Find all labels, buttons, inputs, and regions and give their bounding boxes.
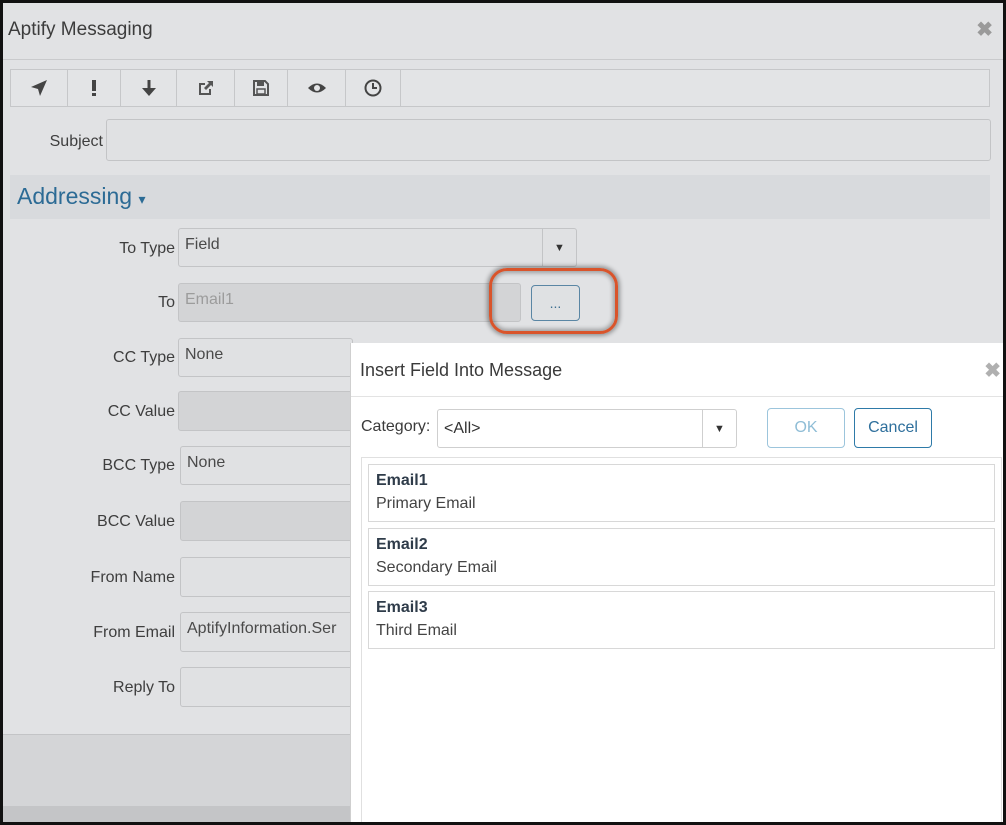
exclamation-icon <box>92 80 96 96</box>
send-button[interactable] <box>11 70 68 106</box>
cc-type-label: CC Type <box>113 349 175 366</box>
dialog-close-icon[interactable]: ✖ <box>984 358 1001 383</box>
schedule-button[interactable] <box>346 70 401 106</box>
highlight-circle <box>489 268 618 334</box>
cc-value-input <box>178 391 353 431</box>
from-name-label: From Name <box>90 569 175 586</box>
addressing-section-header[interactable]: Addressing ▾ <box>10 175 990 219</box>
category-label: Category: <box>361 418 431 435</box>
to-input: Email1 <box>178 283 521 322</box>
field-description: Third Email <box>376 622 457 639</box>
subject-label: Subject <box>49 133 103 150</box>
field-name: Email1 <box>376 472 428 489</box>
dialog-header: Insert Field Into Message ✖ <box>351 343 1003 397</box>
clock-icon <box>364 79 382 97</box>
to-type-label: To Type <box>119 240 175 257</box>
toolbar <box>10 69 990 107</box>
to-type-value: Field <box>185 236 220 253</box>
move-down-button[interactable] <box>121 70 177 106</box>
chevron-down-icon: ▼ <box>702 410 736 447</box>
save-icon <box>253 80 269 96</box>
list-item-email2[interactable]: Email2 Secondary Email <box>368 528 995 586</box>
chevron-down-icon: ▼ <box>542 229 576 266</box>
save-button[interactable] <box>235 70 288 106</box>
from-email-label: From Email <box>93 624 175 641</box>
external-link-icon <box>198 81 213 95</box>
list-item-email3[interactable]: Email3 Third Email <box>368 591 995 649</box>
field-list: Email1 Primary Email Email2 Secondary Em… <box>361 457 1002 822</box>
priority-button[interactable] <box>68 70 121 106</box>
caret-down-icon: ▾ <box>138 191 146 207</box>
category-value: <All> <box>444 420 481 437</box>
ok-button[interactable]: OK <box>767 408 845 448</box>
open-external-button[interactable] <box>177 70 235 106</box>
cc-value-label: CC Value <box>107 403 175 420</box>
eye-icon <box>307 83 326 93</box>
field-name: Email3 <box>376 599 428 616</box>
send-icon <box>31 80 47 96</box>
preview-button[interactable] <box>288 70 346 106</box>
window-close-icon[interactable]: ✖ <box>976 17 993 42</box>
reply-to-input[interactable] <box>180 667 353 707</box>
bcc-type-select[interactable]: None <box>180 446 353 485</box>
to-type-select[interactable]: Field ▼ <box>178 228 577 267</box>
subject-input[interactable] <box>106 119 991 161</box>
field-description: Secondary Email <box>376 559 497 576</box>
addressing-title: Addressing ▾ <box>17 183 146 209</box>
dialog-title: Insert Field Into Message <box>360 360 563 380</box>
field-name: Email2 <box>376 536 428 553</box>
to-label: To <box>158 294 175 311</box>
list-item-email1[interactable]: Email1 Primary Email <box>368 464 995 522</box>
bcc-value-input <box>180 501 353 541</box>
insert-field-dialog: Insert Field Into Message ✖ Category: <A… <box>350 343 1003 822</box>
window-title: Aptify Messaging <box>8 19 153 40</box>
window-titlebar: Aptify Messaging ✖ <box>3 3 1003 60</box>
messaging-window: Aptify Messaging ✖ Subject Addressing ▾ … <box>0 0 1006 825</box>
from-email-input[interactable]: AptifyInformation.Ser <box>180 612 353 652</box>
arrow-down-icon <box>141 80 156 96</box>
bcc-type-label: BCC Type <box>102 457 175 474</box>
category-select[interactable]: <All> ▼ <box>437 409 737 448</box>
reply-to-label: Reply To <box>113 679 175 696</box>
bcc-value-label: BCC Value <box>97 513 175 530</box>
cancel-button[interactable]: Cancel <box>854 408 932 448</box>
field-description: Primary Email <box>376 495 476 512</box>
from-name-input[interactable] <box>180 557 353 597</box>
cc-type-select[interactable]: None <box>178 338 353 377</box>
